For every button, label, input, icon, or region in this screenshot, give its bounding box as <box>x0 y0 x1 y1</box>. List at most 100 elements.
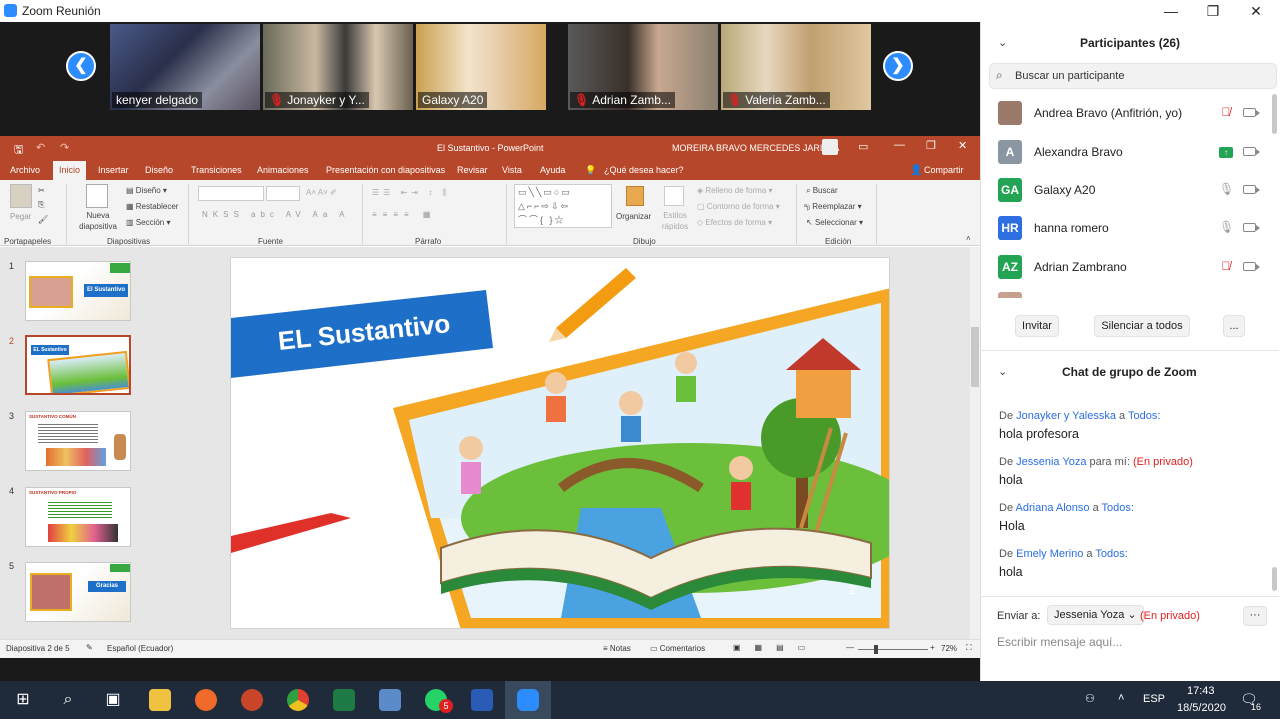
chat-more-button[interactable]: ··· <box>1243 606 1267 626</box>
paste-label[interactable]: Pegar <box>10 212 31 221</box>
video-icon[interactable] <box>1243 223 1260 232</box>
new-slide-icon[interactable] <box>86 184 108 208</box>
shape-effects-button[interactable]: ◇ Efectos de forma ▾ <box>697 218 772 227</box>
cut-icon[interactable]: ✂ <box>38 186 45 195</box>
clock-time[interactable]: 17:43 <box>1187 685 1215 697</box>
share-button[interactable]: Compartir <box>924 165 964 175</box>
excel-icon[interactable] <box>321 681 367 719</box>
participant-row[interactable]: HR hanna romero 🎙 <box>981 209 1279 247</box>
font-size-icons[interactable]: A˄ A˅ ✐ <box>306 188 337 197</box>
section-button[interactable]: ▥ Sección ▾ <box>126 218 171 227</box>
ppt-restore-button[interactable]: ❐ <box>926 139 936 152</box>
video-icon[interactable] <box>1243 262 1260 271</box>
chevron-up-icon[interactable]: ˄ <box>1118 692 1124 704</box>
participant-search[interactable]: ⌕ Buscar un participante <box>989 63 1277 89</box>
mic-icon[interactable]: 🎙 <box>1219 182 1234 198</box>
font-size-box[interactable] <box>266 186 300 201</box>
language-indicator[interactable]: Español (Ecuador) <box>107 644 173 653</box>
slide-thumbnail[interactable]: El Sustantivo <box>25 261 131 321</box>
layout-button[interactable]: ▤ Diseño ▾ <box>126 186 167 195</box>
next-page-button[interactable]: ❯ <box>883 51 913 81</box>
shape-fill-button[interactable]: ◈ Relleno de forma ▾ <box>697 186 773 195</box>
spellcheck-icon[interactable]: ✎ <box>86 643 93 652</box>
tab-presentacion[interactable]: Presentación con diapositivas <box>326 165 445 175</box>
user-name[interactable]: MOREIRA BRAVO MERCEDES JARITZA <box>672 143 839 153</box>
participant-row[interactable]: AZ Adrian Zambrano 🎙̸ <box>981 248 1279 286</box>
slide-thumbnail-selected[interactable]: EL Sustantivo <box>25 335 131 395</box>
zoom-slider[interactable] <box>858 649 928 650</box>
current-slide[interactable]: 2 EL Sustantivo <box>230 257 890 629</box>
replace-button[interactable]: ᵃᵦ Reemplazar ▾ <box>804 202 862 211</box>
copy-icon[interactable]: ⎘ <box>38 200 44 210</box>
ribbon-display-icon[interactable]: ▭ <box>858 140 868 153</box>
mic-muted-icon[interactable]: 🎙̸ <box>1219 105 1233 121</box>
ppt-minimize-button[interactable]: — <box>894 139 905 151</box>
new-slide-label[interactable]: Nueva diapositiva <box>78 210 118 232</box>
language-indicator[interactable]: ESP <box>1143 693 1165 705</box>
reset-button[interactable]: ▦ Restablecer <box>126 202 178 211</box>
mic-icon[interactable]: 🎙 <box>1219 220 1234 236</box>
tab-insertar[interactable]: Insertar <box>98 165 129 175</box>
fit-slide-icon[interactable]: ⛶ <box>966 643 972 653</box>
clock-date[interactable]: 18/5/2020 <box>1177 702 1226 714</box>
recipient-dropdown[interactable]: Jessenia Yoza ⌄ <box>1047 605 1144 625</box>
zoom-slider-thumb[interactable] <box>874 645 878 654</box>
video-tile[interactable]: 🎙 Valeria Zamb... <box>721 24 871 110</box>
align-icons[interactable]: ≡≡≡≡ ▦ <box>372 210 436 219</box>
zoom-level[interactable]: 72% <box>941 644 957 653</box>
format-painter-icon[interactable]: 🖌 <box>38 215 48 224</box>
maximize-button[interactable]: ❐ <box>1198 1 1228 21</box>
message-input[interactable]: Escribir mensaje aquí... <box>997 635 1122 649</box>
redo-icon[interactable]: ↷ <box>60 141 69 154</box>
quick-styles-label[interactable]: Estilos rápidos <box>658 210 692 232</box>
video-icon[interactable] <box>1243 185 1260 194</box>
find-button[interactable]: ⌕ Buscar <box>806 186 838 196</box>
arrange-label[interactable]: Organizar <box>616 212 651 221</box>
quick-styles-icon[interactable] <box>664 186 684 206</box>
zoom-in-icon[interactable]: + <box>930 643 935 652</box>
tab-inicio[interactable]: Inicio <box>53 161 86 180</box>
zoom-taskbar-icon[interactable] <box>505 681 551 719</box>
tab-vista[interactable]: Vista <box>502 165 522 175</box>
shape-outline-button[interactable]: ▢ Contorno de forma ▾ <box>697 202 780 211</box>
list-icons[interactable]: ☰☰ ⇤⇥ ↕ ⫼ <box>372 188 450 198</box>
ppt-close-button[interactable]: ✕ <box>958 139 967 152</box>
tab-archivo[interactable]: Archivo <box>10 165 40 175</box>
windows-start-icon[interactable]: ⊞ <box>0 681 46 719</box>
people-icon[interactable]: ⚇ <box>1085 692 1095 705</box>
search-input[interactable]: Buscar un participante <box>1015 70 1124 82</box>
word-icon[interactable] <box>459 681 505 719</box>
view-buttons[interactable]: ▣▦▤▭ <box>733 643 819 652</box>
font-format-icons[interactable]: NKSS abc AV Aa A <box>202 210 349 219</box>
invite-button[interactable]: Invitar <box>1015 315 1059 337</box>
video-icon[interactable] <box>1243 147 1260 156</box>
vertical-scrollbar[interactable] <box>970 247 980 639</box>
save-icon[interactable]: 🖫 <box>14 141 23 160</box>
firefox-icon[interactable] <box>183 681 229 719</box>
mic-muted-icon[interactable]: 🎙̸ <box>1219 259 1233 275</box>
search-icon[interactable]: ⌕ <box>45 681 91 719</box>
font-name-box[interactable] <box>198 186 264 201</box>
select-button[interactable]: ↖ Seleccionar ▾ <box>806 218 863 227</box>
task-view-icon[interactable]: ▣ <box>90 681 136 719</box>
participant-row[interactable]: GA Galaxy A20 🎙 <box>981 171 1279 209</box>
collapse-chat-icon[interactable]: ⌄ <box>998 365 1007 378</box>
slide-thumbnail[interactable]: Gracias <box>25 562 131 622</box>
user-avatar[interactable] <box>822 139 838 155</box>
video-tile[interactable]: kenyer delgado <box>110 24 260 110</box>
chat-scrollbar[interactable] <box>1272 567 1277 591</box>
video-tile[interactable]: Galaxy A20 <box>416 24 546 110</box>
tab-ayuda[interactable]: Ayuda <box>540 165 565 175</box>
minimize-button[interactable]: — <box>1156 1 1186 21</box>
participant-row[interactable]: Andrea Bravo (Anfitrión, yo) 🎙̸ <box>981 94 1279 132</box>
whatsapp-icon[interactable]: 5 <box>413 681 459 719</box>
video-icon[interactable] <box>1243 108 1260 117</box>
shapes-gallery[interactable]: ▭╲╲▭○▭ △⌐⌐⇨⇩⇦ ⌒⌒{ }☆ <box>514 184 612 228</box>
notes-button[interactable]: ≡ Notas <box>603 644 631 653</box>
previous-page-button[interactable]: ❮ <box>66 51 96 81</box>
mute-all-button[interactable]: Silenciar a todos <box>1094 315 1190 337</box>
video-tile[interactable]: 🎙 Adrian Zamb... <box>568 24 718 110</box>
comments-button[interactable]: ▭ Comentarios <box>650 644 705 653</box>
chrome-icon[interactable] <box>275 681 321 719</box>
tab-diseno[interactable]: Diseño <box>145 165 173 175</box>
